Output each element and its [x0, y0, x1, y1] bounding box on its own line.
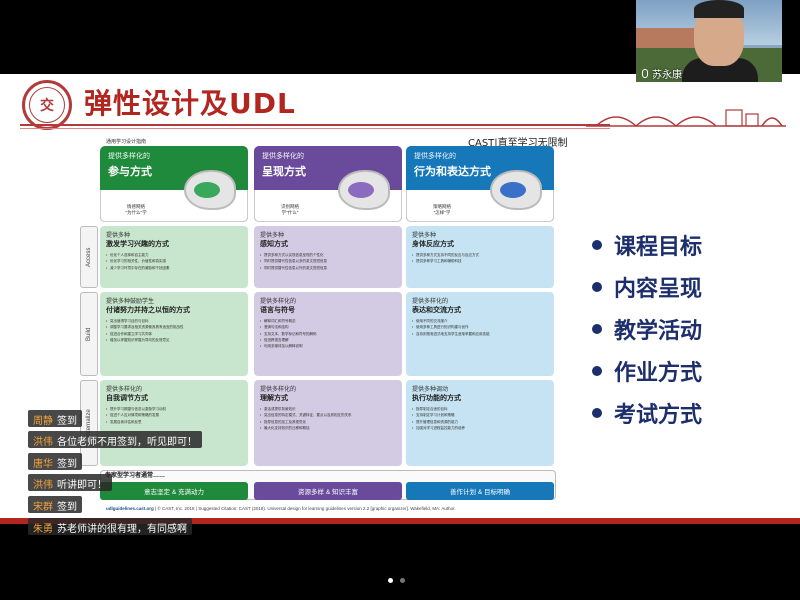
chat-message: 洪伟 听讲即可！	[28, 474, 112, 491]
header-rule-thin	[20, 128, 610, 129]
bullet-dot-icon	[592, 366, 602, 376]
udl-guidelines-chart: 通用学习设计指南 提供多样化的 参与方式 情感网络 "为什么"学 提供多样化的 …	[80, 134, 560, 514]
network-label: 情感网络 "为什么"学	[125, 204, 147, 216]
bullet-item: 考试方式	[592, 392, 702, 434]
bullet-item: 作业方式	[592, 350, 702, 392]
brain-icon	[338, 170, 390, 210]
chat-message: 宋群 签到	[28, 496, 82, 513]
bridge-decoration-icon	[586, 109, 786, 128]
guideline-self-regulation: 提供多样化的 自我调节方式 提升学习期望与信念以激励学习动机促进个人应对情境和策…	[100, 380, 248, 466]
row-label-internalize: Internalize	[80, 380, 98, 466]
guideline-expression-communication: 提供多样化的 表达和交流方式 使用不同的交流媒介使用多种工具进行知识构建与创作血…	[406, 292, 554, 376]
slide-bullet-list: 课程目标 内容呈现 教学活动 作业方式 考试方式	[592, 224, 702, 434]
speaker-name: 苏永康	[652, 70, 682, 81]
network-label: 识别网络 学"什么"	[281, 204, 299, 216]
brain-icon	[490, 170, 542, 210]
chat-message: 朱勇 苏老师讲的很有理，有同感啊	[28, 518, 192, 535]
logo-inner: 交	[29, 87, 65, 123]
guideline-perception: 提供多种 感知方式 提供多种方式以实现信息呈现的个性化同时提供替代性信息以多的英…	[254, 226, 402, 288]
guideline-physical-action: 提供多种 身体反应方式 提供多种方式支持不同的反应与反应方式提供多种学习工具和辅…	[406, 226, 554, 288]
university-logo: 交	[22, 80, 72, 130]
bullet-dot-icon	[592, 408, 602, 418]
principle-engagement: 提供多样化的 参与方式 情感网络 "为什么"学	[100, 146, 248, 222]
slide-title: 弹性设计及UDL	[84, 87, 296, 120]
bullet-item: 教学活动	[592, 308, 702, 350]
bullet-item: 课程目标	[592, 224, 702, 266]
speaker-name-tag: 苏永康	[642, 66, 682, 81]
guideline-comprehension: 提供多样化的 理解方式 激活或提供背景知识突出信息的特定模式、关键特征、要点以及…	[254, 380, 402, 466]
goal-strategic: 善作计划 & 目标明确	[406, 482, 554, 500]
page-dot[interactable]	[400, 578, 405, 583]
microphone-icon	[642, 69, 648, 78]
bullet-item: 内容呈现	[592, 266, 702, 308]
meeting-screen: 交 弹性设计及UDL CAST|直至学习无限制 通用学习设计指南 提供多样化的 …	[0, 0, 800, 600]
bullet-dot-icon	[592, 282, 602, 292]
chat-message: 洪伟 各位老师不用签到，听见即可！	[28, 431, 202, 448]
header-rule	[20, 124, 610, 126]
row-label-access: Access	[80, 226, 98, 288]
udl-subtitle: 通用学习设计指南	[106, 139, 147, 145]
page-dot-active[interactable]	[388, 578, 393, 583]
guideline-recruiting-interest: 提供多种 激发学习兴趣的方式 优化个人选择和自主能力优化学习的相关性、价值性和真…	[100, 226, 248, 288]
guideline-sustaining-effort: 提供多种鼓励学生 付诸努力并持之以恒的方式 突出值得学习目的与目标调整学习要求及…	[100, 292, 248, 376]
row-label-build: Build	[80, 292, 98, 376]
slide-header: 交 弹性设计及UDL	[0, 74, 800, 130]
guideline-executive-functions: 提供多种调动 执行功能的方式 指导制定合适的目标支持制定学习计划和策略提升管理信…	[406, 380, 554, 466]
udl-footer: udlguidelines.cast.org | © CAST, Inc. 20…	[106, 506, 456, 511]
principle-representation: 提供多样化的 呈现方式 识别网络 学"什么"	[254, 146, 402, 222]
chat-message: 唐华 签到	[28, 453, 82, 470]
expert-learner-label: 专家型学习者通常……	[105, 473, 166, 479]
guideline-language-symbols: 提供多样化的 语言与符号 解释词汇和符号概念澄清句法和结构支持文本、数学标记和符…	[254, 292, 402, 376]
speaker-video-tile[interactable]: 苏永康	[636, 0, 782, 82]
shared-slide: 交 弹性设计及UDL CAST|直至学习无限制 通用学习设计指南 提供多样化的 …	[0, 74, 800, 520]
principle-action-expression: 提供多样化的 行为和表达方式 策略网络 "怎样"学	[406, 146, 554, 222]
bullet-dot-icon	[592, 324, 602, 334]
brain-icon	[184, 170, 236, 210]
goal-resourceful: 资源多样 & 知识丰富	[254, 482, 402, 500]
goal-purposeful: 意志坚定 & 充满动力	[100, 482, 248, 500]
network-label: 策略网络 "怎样"学	[433, 204, 451, 216]
bullet-dot-icon	[592, 240, 602, 250]
page-indicator	[388, 578, 405, 583]
chat-message: 周静 签到	[28, 410, 82, 427]
